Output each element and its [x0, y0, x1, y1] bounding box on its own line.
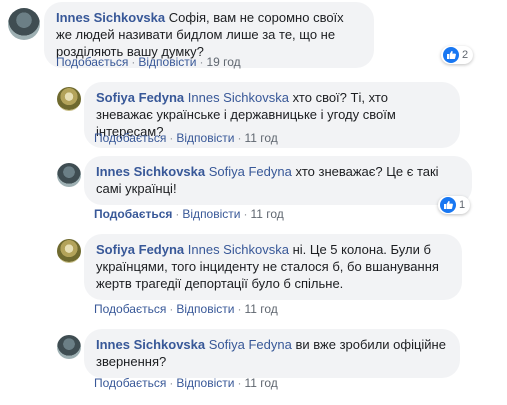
separator-dot: · [199, 55, 204, 69]
comment-actions: Подобається · Відповісти · 11 год [94, 207, 284, 221]
reply-link[interactable]: Відповісти [182, 207, 240, 221]
reply-comment-2: Innes Sichkovska Sofiya Fedyna хто знева… [0, 154, 507, 226]
separator-dot: · [131, 55, 136, 69]
reply-comment-4: Innes Sichkovska Sofiya Fedyna ви вже зр… [0, 327, 507, 405]
separator-dot: · [175, 207, 180, 221]
like-reaction-icon [440, 197, 456, 213]
reply-link[interactable]: Відповісти [138, 55, 196, 69]
comment-author[interactable]: Sofiya Fedyna [96, 90, 184, 105]
reaction-number: 1 [459, 199, 466, 211]
reaction-count[interactable]: 1 [438, 196, 471, 214]
separator-dot: · [237, 376, 242, 390]
reply-link[interactable]: Відповісти [176, 376, 234, 390]
comment-mention[interactable]: Innes Sichkovska [188, 90, 289, 105]
like-link[interactable]: Подобається [94, 302, 166, 316]
separator-dot: · [237, 302, 242, 316]
comment-mention[interactable]: Sofiya Fedyna [209, 164, 292, 179]
reply-link[interactable]: Відповісти [176, 131, 234, 145]
separator-dot: · [169, 376, 174, 390]
separator-dot: · [169, 302, 174, 316]
like-link[interactable]: Подобається [94, 376, 166, 390]
like-link[interactable]: Подобається [94, 131, 166, 145]
comment-timestamp[interactable]: 11 год [244, 302, 277, 316]
reaction-number: 2 [462, 49, 469, 61]
comment-actions: Подобається · Відповісти · 11 год [94, 376, 278, 390]
comment-timestamp[interactable]: 19 год [206, 55, 240, 69]
comment-author[interactable]: Innes Sichkovska [96, 164, 205, 179]
avatar[interactable] [57, 163, 81, 187]
reaction-count[interactable]: 2 [441, 46, 474, 64]
comment-actions: Подобається · Відповісти · 11 год [94, 302, 278, 316]
comment-author[interactable]: Innes Sichkovska [96, 337, 205, 352]
avatar[interactable] [57, 335, 81, 359]
comment-actions: Подобається · Відповісти · 19 год [56, 55, 241, 69]
comment-timestamp[interactable]: 11 год [244, 376, 277, 390]
reply-link[interactable]: Відповісти [176, 302, 234, 316]
avatar[interactable] [57, 239, 81, 263]
comment-bubble: Innes Sichkovska Sofiya Fedyna хто знева… [84, 156, 472, 205]
comment-mention[interactable]: Innes Sichkovska [188, 242, 289, 257]
comment-bubble: Innes Sichkovska Sofiya Fedyna ви вже зр… [84, 329, 460, 378]
like-link[interactable]: Подобається [56, 55, 128, 69]
like-reaction-icon [443, 47, 459, 63]
comment-actions: Подобається · Відповісти · 11 год [94, 131, 278, 145]
comment-bubble: Sofiya Fedyna Innes Sichkovska ні. Це 5 … [84, 234, 462, 300]
comment-1: Innes Sichkovska Софія, вам не соромно с… [0, 0, 507, 72]
comment-timestamp[interactable]: 11 год [250, 207, 283, 221]
comment-author[interactable]: Innes Sichkovska [56, 10, 165, 25]
comment-timestamp[interactable]: 11 год [244, 131, 277, 145]
separator-dot: · [237, 131, 242, 145]
avatar[interactable] [8, 8, 40, 40]
avatar[interactable] [57, 87, 81, 111]
comment-mention[interactable]: Sofiya Fedyna [209, 337, 292, 352]
separator-dot: · [243, 207, 248, 221]
like-link[interactable]: Подобається [94, 207, 172, 221]
separator-dot: · [169, 131, 174, 145]
reply-comment-3: Sofiya Fedyna Innes Sichkovska ні. Це 5 … [0, 232, 507, 322]
reply-comment-1: Sofiya Fedyna Innes Sichkovska хто свої?… [0, 80, 507, 150]
comment-author[interactable]: Sofiya Fedyna [96, 242, 184, 257]
